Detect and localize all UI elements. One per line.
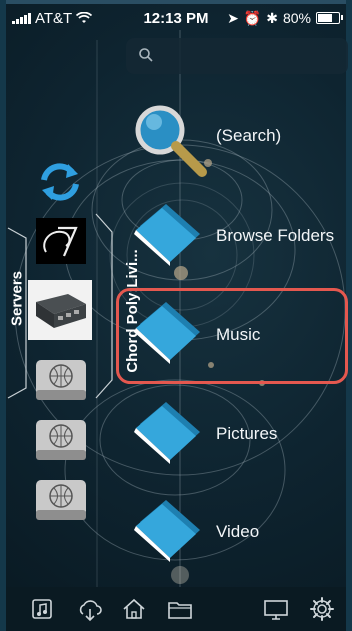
- search-icon: [139, 48, 153, 62]
- location-arrow-icon: ➤: [227, 9, 239, 26]
- menu-item-search[interactable]: [130, 100, 210, 180]
- folder-icon: [134, 500, 200, 562]
- folder-icon: [134, 302, 200, 364]
- status-right: ➤ ⏰ ✱ 80%: [227, 9, 343, 27]
- menu-label-music[interactable]: Music: [216, 325, 260, 345]
- app-screen: AT&T 12:13 PM ➤ ⏰ ✱ 80% Servers Chord Po…: [0, 0, 352, 631]
- folder-icon: [134, 402, 200, 464]
- folder-icon: [134, 204, 200, 266]
- home-icon[interactable]: [120, 595, 148, 623]
- bluetooth-icon: ✱: [266, 9, 278, 26]
- network-drive-icon[interactable]: [28, 356, 94, 406]
- alarm-icon: ⏰: [243, 9, 262, 26]
- menu-item-music[interactable]: [130, 298, 206, 364]
- folder-outline-icon[interactable]: [166, 595, 194, 623]
- servers-label: Servers: [8, 270, 26, 327]
- chord-poly-device-icon[interactable]: [28, 280, 92, 340]
- search-bar[interactable]: [126, 38, 348, 74]
- menu-label-pictures[interactable]: Pictures: [216, 424, 277, 444]
- battery-percent: 80%: [282, 10, 311, 26]
- settings-gear-icon[interactable]: [308, 595, 336, 623]
- cloud-download-icon[interactable]: [76, 595, 104, 623]
- battery-level: [318, 14, 333, 22]
- menu-label-search[interactable]: (Search): [216, 126, 281, 146]
- menu-item-video[interactable]: [130, 496, 206, 562]
- menu-label-browse-folders[interactable]: Browse Folders: [216, 226, 334, 246]
- battery-icon: [316, 12, 343, 24]
- menu-item-browse-folders[interactable]: [130, 200, 206, 266]
- chord-logo-icon[interactable]: [36, 218, 86, 264]
- network-drive-icon[interactable]: [28, 416, 94, 466]
- monitor-icon[interactable]: [262, 595, 290, 623]
- network-drive-icon[interactable]: [28, 476, 94, 526]
- menu-item-pictures[interactable]: [130, 398, 206, 464]
- menu-label-video[interactable]: Video: [216, 522, 259, 542]
- refresh-icon[interactable]: [38, 160, 82, 204]
- music-note-icon[interactable]: [28, 595, 56, 623]
- bottom-toolbar: [6, 587, 346, 631]
- magnifier-icon: [135, 105, 207, 177]
